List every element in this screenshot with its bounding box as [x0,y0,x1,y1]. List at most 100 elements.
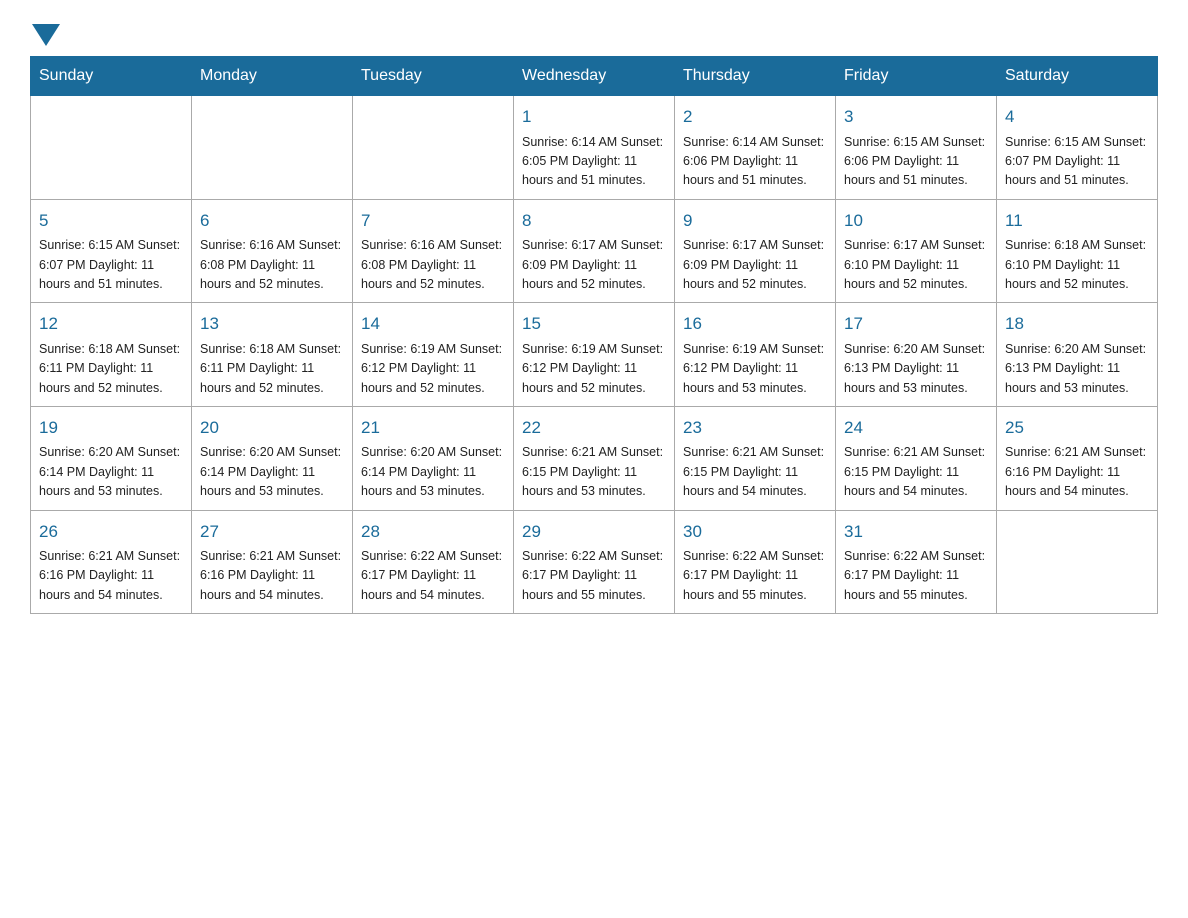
day-number: 15 [522,311,666,337]
day-number: 8 [522,208,666,234]
day-number: 30 [683,519,827,545]
calendar-cell: 1 Sunrise: 6:14 AM Sunset: 6:05 PM Daylig… [514,96,675,200]
page-header [30,20,1158,46]
day-info: Sunrise: 6:22 AM Sunset: 6:17 PM Dayligh… [522,547,666,605]
calendar-cell: 3 Sunrise: 6:15 AM Sunset: 6:06 PM Daylig… [836,96,997,200]
calendar-cell: 30Sunrise: 6:22 AM Sunset: 6:17 PM Dayli… [675,510,836,614]
calendar-table: SundayMondayTuesdayWednesdayThursdayFrid… [30,56,1158,614]
calendar-cell [353,96,514,200]
day-info: Sunrise: 6:15 AM Sunset: 6:07 PM Dayligh… [1005,133,1149,191]
calendar-cell: 31Sunrise: 6:22 AM Sunset: 6:17 PM Dayli… [836,510,997,614]
day-number: 26 [39,519,183,545]
day-info: Sunrise: 6:15 AM Sunset: 6:07 PM Dayligh… [39,236,183,294]
day-number: 10 [844,208,988,234]
calendar-header: SundayMondayTuesdayWednesdayThursdayFrid… [31,57,1158,96]
day-info: Sunrise: 6:21 AM Sunset: 6:16 PM Dayligh… [200,547,344,605]
calendar-cell: 18 Sunrise: 6:20 AM Sunset: 6:13 PM Dayli… [997,303,1158,407]
day-number: 13 [200,311,344,337]
day-info: Sunrise: 6:22 AM Sunset: 6:17 PM Dayligh… [683,547,827,605]
calendar-cell: 24Sunrise: 6:21 AM Sunset: 6:15 PM Dayli… [836,406,997,510]
calendar-cell: 11Sunrise: 6:18 AM Sunset: 6:10 PM Dayli… [997,199,1158,303]
column-header-thursday: Thursday [675,57,836,96]
day-info: Sunrise: 6:20 AM Sunset: 6:13 PM Dayligh… [1005,340,1149,398]
day-info: Sunrise: 6:17 AM Sunset: 6:09 PM Dayligh… [522,236,666,294]
day-number: 3 [844,104,988,130]
calendar-cell: 2 Sunrise: 6:14 AM Sunset: 6:06 PM Daylig… [675,96,836,200]
calendar-cell: 6Sunrise: 6:16 AM Sunset: 6:08 PM Daylig… [192,199,353,303]
day-info: Sunrise: 6:17 AM Sunset: 6:09 PM Dayligh… [683,236,827,294]
calendar-cell: 19Sunrise: 6:20 AM Sunset: 6:14 PM Dayli… [31,406,192,510]
day-number: 22 [522,415,666,441]
day-info: Sunrise: 6:15 AM Sunset: 6:06 PM Dayligh… [844,133,988,191]
calendar-cell: 22Sunrise: 6:21 AM Sunset: 6:15 PM Dayli… [514,406,675,510]
calendar-cell: 8Sunrise: 6:17 AM Sunset: 6:09 PM Daylig… [514,199,675,303]
day-number: 11 [1005,208,1149,234]
day-info: Sunrise: 6:20 AM Sunset: 6:14 PM Dayligh… [39,443,183,501]
day-number: 2 [683,104,827,130]
calendar-cell: 13 Sunrise: 6:18 AM Sunset: 6:11 PM Dayli… [192,303,353,407]
calendar-cell [31,96,192,200]
day-number: 29 [522,519,666,545]
day-number: 9 [683,208,827,234]
day-number: 23 [683,415,827,441]
day-number: 18 [1005,311,1149,337]
day-info: Sunrise: 6:17 AM Sunset: 6:10 PM Dayligh… [844,236,988,294]
calendar-cell: 20Sunrise: 6:20 AM Sunset: 6:14 PM Dayli… [192,406,353,510]
day-info: Sunrise: 6:14 AM Sunset: 6:06 PM Dayligh… [683,133,827,191]
logo [30,20,60,46]
week-row-4: 19Sunrise: 6:20 AM Sunset: 6:14 PM Dayli… [31,406,1158,510]
calendar-cell [192,96,353,200]
calendar-cell: 21Sunrise: 6:20 AM Sunset: 6:14 PM Dayli… [353,406,514,510]
calendar-cell: 25Sunrise: 6:21 AM Sunset: 6:16 PM Dayli… [997,406,1158,510]
day-number: 21 [361,415,505,441]
day-number: 5 [39,208,183,234]
calendar-cell: 23Sunrise: 6:21 AM Sunset: 6:15 PM Dayli… [675,406,836,510]
day-info: Sunrise: 6:22 AM Sunset: 6:17 PM Dayligh… [844,547,988,605]
day-info: Sunrise: 6:18 AM Sunset: 6:11 PM Dayligh… [200,340,344,398]
calendar-cell: 12Sunrise: 6:18 AM Sunset: 6:11 PM Dayli… [31,303,192,407]
day-info: Sunrise: 6:20 AM Sunset: 6:13 PM Dayligh… [844,340,988,398]
calendar-cell: 17 Sunrise: 6:20 AM Sunset: 6:13 PM Dayli… [836,303,997,407]
day-number: 24 [844,415,988,441]
day-info: Sunrise: 6:18 AM Sunset: 6:11 PM Dayligh… [39,340,183,398]
day-number: 27 [200,519,344,545]
column-header-wednesday: Wednesday [514,57,675,96]
day-number: 4 [1005,104,1149,130]
day-number: 31 [844,519,988,545]
calendar-cell: 10Sunrise: 6:17 AM Sunset: 6:10 PM Dayli… [836,199,997,303]
day-number: 1 [522,104,666,130]
day-info: Sunrise: 6:14 AM Sunset: 6:05 PM Dayligh… [522,133,666,191]
day-number: 20 [200,415,344,441]
day-info: Sunrise: 6:21 AM Sunset: 6:15 PM Dayligh… [844,443,988,501]
day-number: 25 [1005,415,1149,441]
calendar-cell: 14Sunrise: 6:19 AM Sunset: 6:12 PM Dayli… [353,303,514,407]
week-row-3: 12Sunrise: 6:18 AM Sunset: 6:11 PM Dayli… [31,303,1158,407]
header-row: SundayMondayTuesdayWednesdayThursdayFrid… [31,57,1158,96]
calendar-body: 1 Sunrise: 6:14 AM Sunset: 6:05 PM Daylig… [31,96,1158,614]
calendar-cell: 9Sunrise: 6:17 AM Sunset: 6:09 PM Daylig… [675,199,836,303]
calendar-cell: 26Sunrise: 6:21 AM Sunset: 6:16 PM Dayli… [31,510,192,614]
day-info: Sunrise: 6:16 AM Sunset: 6:08 PM Dayligh… [200,236,344,294]
calendar-cell: 29Sunrise: 6:22 AM Sunset: 6:17 PM Dayli… [514,510,675,614]
day-number: 17 [844,311,988,337]
day-info: Sunrise: 6:21 AM Sunset: 6:15 PM Dayligh… [522,443,666,501]
calendar-cell: 15 Sunrise: 6:19 AM Sunset: 6:12 PM Dayli… [514,303,675,407]
day-info: Sunrise: 6:19 AM Sunset: 6:12 PM Dayligh… [361,340,505,398]
day-number: 19 [39,415,183,441]
day-info: Sunrise: 6:21 AM Sunset: 6:15 PM Dayligh… [683,443,827,501]
day-info: Sunrise: 6:19 AM Sunset: 6:12 PM Dayligh… [683,340,827,398]
day-number: 16 [683,311,827,337]
day-info: Sunrise: 6:20 AM Sunset: 6:14 PM Dayligh… [200,443,344,501]
day-info: Sunrise: 6:16 AM Sunset: 6:08 PM Dayligh… [361,236,505,294]
day-info: Sunrise: 6:21 AM Sunset: 6:16 PM Dayligh… [39,547,183,605]
column-header-sunday: Sunday [31,57,192,96]
column-header-monday: Monday [192,57,353,96]
day-info: Sunrise: 6:19 AM Sunset: 6:12 PM Dayligh… [522,340,666,398]
day-info: Sunrise: 6:20 AM Sunset: 6:14 PM Dayligh… [361,443,505,501]
calendar-cell: 28Sunrise: 6:22 AM Sunset: 6:17 PM Dayli… [353,510,514,614]
column-header-saturday: Saturday [997,57,1158,96]
column-header-friday: Friday [836,57,997,96]
calendar-cell: 7Sunrise: 6:16 AM Sunset: 6:08 PM Daylig… [353,199,514,303]
calendar-cell: 27Sunrise: 6:21 AM Sunset: 6:16 PM Dayli… [192,510,353,614]
week-row-5: 26Sunrise: 6:21 AM Sunset: 6:16 PM Dayli… [31,510,1158,614]
